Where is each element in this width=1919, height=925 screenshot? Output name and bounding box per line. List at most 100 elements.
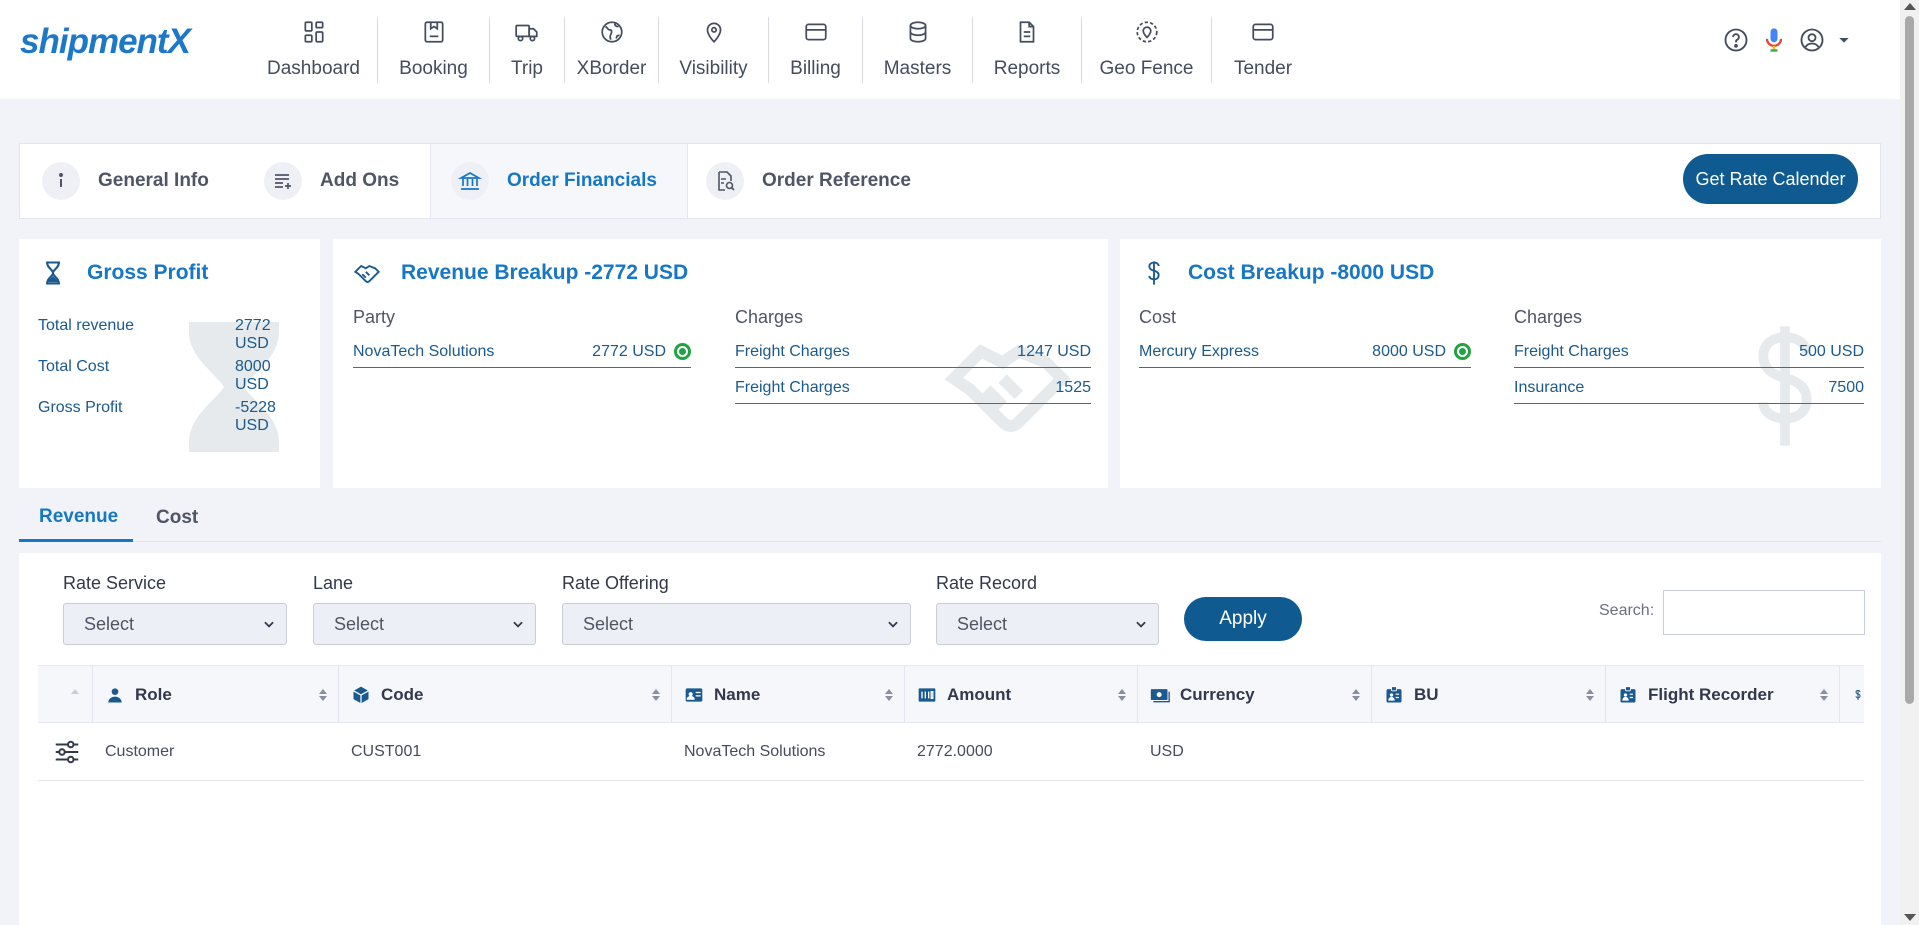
- nav-reports[interactable]: Reports: [973, 17, 1082, 83]
- chevron-down-icon: [264, 621, 274, 628]
- nav-dashboard[interactable]: Dashboard: [250, 17, 378, 83]
- select-value: Select: [84, 613, 135, 634]
- card-icon: [804, 23, 827, 41]
- sort-icon: [652, 689, 660, 701]
- row-value: 8000 USD: [235, 358, 271, 393]
- tab-cost[interactable]: Cost: [156, 494, 226, 542]
- id-card-icon: [685, 688, 703, 702]
- column-amount[interactable]: Amount: [905, 666, 1138, 724]
- cell-currency: USD: [1150, 743, 1184, 760]
- column-flight-recorder[interactable]: Flight Recorder: [1606, 666, 1840, 724]
- party-amount: 8000 USD: [1372, 342, 1446, 360]
- user-avatar-icon[interactable]: [1798, 26, 1826, 54]
- info-icon: [42, 162, 80, 200]
- tab-revenue[interactable]: Revenue: [19, 494, 133, 542]
- charges-header: Charges: [1514, 307, 1583, 327]
- get-rate-calendar-button[interactable]: Get Rate Calender: [1683, 154, 1858, 204]
- scrollbar-thumb[interactable]: [1905, 16, 1914, 704]
- sort-icon: [1352, 689, 1360, 701]
- column-code[interactable]: Code: [339, 666, 672, 724]
- cell-role: Customer: [105, 743, 175, 760]
- charge-amount: 1247 USD: [1017, 342, 1091, 360]
- scroll-down-arrow-icon[interactable]: [1904, 914, 1916, 921]
- nav-label: Billing: [790, 58, 841, 79]
- column-label: Currency: [1180, 685, 1255, 704]
- tab-label: Add Ons: [320, 170, 400, 191]
- charge-amount: 7500: [1828, 378, 1864, 396]
- hourglass-icon: [46, 261, 60, 285]
- help-icon[interactable]: [1722, 26, 1750, 54]
- select-value: Select: [334, 613, 385, 634]
- database-icon: [909, 21, 926, 43]
- row-select-column[interactable]: [38, 666, 93, 724]
- rate-service-select[interactable]: Select: [63, 603, 287, 645]
- rate-offering-select[interactable]: Select: [562, 603, 911, 645]
- tab-label: General Info: [98, 170, 209, 191]
- card-title-text: Gross Profit: [87, 261, 209, 284]
- select-value: Select: [583, 613, 634, 634]
- column-label: Amount: [947, 685, 1012, 704]
- nav-visibility[interactable]: Visibility: [659, 17, 769, 83]
- column-name[interactable]: Name: [672, 666, 905, 724]
- cost-party-row[interactable]: Mercury Express 8000 USD: [1139, 334, 1471, 368]
- row-settings-icon[interactable]: [38, 723, 93, 781]
- tab-order-financials[interactable]: Order Financials: [430, 144, 688, 218]
- nav-label: Reports: [993, 58, 1061, 79]
- cell-name: NovaTech Solutions: [684, 743, 826, 760]
- badge-icon: [1386, 686, 1402, 703]
- search-input[interactable]: [1663, 590, 1865, 635]
- revenue-charge-row: Freight Charges 1247 USD: [735, 334, 1091, 368]
- revenue-cost-tabs: Revenue Cost: [19, 494, 1881, 542]
- nav-booking[interactable]: Booking: [378, 17, 490, 83]
- cube-icon: [353, 686, 369, 704]
- lane-select[interactable]: Select: [313, 603, 536, 645]
- shipmentx-logo[interactable]: shipmentX: [20, 24, 230, 60]
- cell-amount: 2772.0000: [917, 743, 993, 760]
- nav-label: XBorder: [576, 58, 647, 79]
- microphone-icon[interactable]: [1760, 26, 1788, 54]
- revenue-party-row[interactable]: NovaTech Solutions 2772 USD: [353, 334, 691, 368]
- party-name: NovaTech Solutions: [353, 342, 495, 360]
- nav-billing[interactable]: Billing: [769, 17, 863, 83]
- list-add-icon: [264, 162, 302, 200]
- row-value: 2772 USD: [235, 317, 271, 352]
- column-role[interactable]: Role: [93, 666, 339, 724]
- nav-tender[interactable]: Tender: [1212, 17, 1314, 83]
- table-row[interactable]: Customer CUST001 NovaTech Solutions 2772…: [38, 723, 1864, 781]
- booking-icon: [423, 21, 444, 43]
- vertical-scrollbar[interactable]: [1900, 0, 1919, 925]
- rate-record-select[interactable]: Select: [936, 603, 1159, 645]
- tab-general-info[interactable]: General Info: [42, 144, 242, 218]
- apply-button[interactable]: Apply: [1184, 597, 1302, 641]
- nav-label: Visibility: [679, 58, 748, 79]
- tab-label: Order Financials: [507, 170, 657, 191]
- person-icon: [108, 688, 122, 703]
- main-nav: Dashboard Booking Trip XBorder Visibilit…: [250, 17, 1314, 83]
- column-currency[interactable]: Currency: [1138, 666, 1372, 724]
- column-bu[interactable]: BU: [1372, 666, 1606, 724]
- truck-icon: [515, 24, 538, 42]
- nav-label: Booking: [399, 58, 468, 79]
- logo-text: shipmentX: [20, 22, 191, 61]
- dashboard-icon: [303, 21, 324, 43]
- row-label: Total revenue: [38, 317, 135, 334]
- sort-icon: [1820, 689, 1828, 701]
- party-name: Mercury Express: [1139, 342, 1260, 360]
- nav-geo-fence[interactable]: Geo Fence: [1082, 17, 1212, 83]
- scroll-up-arrow-icon[interactable]: [1904, 3, 1916, 10]
- column-label: BU: [1414, 685, 1439, 704]
- tab-order-reference[interactable]: Order Reference: [706, 144, 946, 218]
- lane-label: Lane: [313, 573, 354, 593]
- nav-masters[interactable]: Masters: [863, 17, 973, 83]
- tab-add-ons[interactable]: Add Ons: [264, 144, 424, 218]
- nav-trip[interactable]: Trip: [490, 17, 565, 83]
- charge-name: Freight Charges: [735, 342, 850, 360]
- charge-name: Insurance: [1514, 378, 1585, 396]
- doc-search-icon: [706, 162, 744, 200]
- gross-profit-row: Gross Profit -5228 USD: [38, 399, 308, 434]
- column-label: Code: [381, 685, 424, 704]
- chevron-down-icon[interactable]: [1836, 32, 1852, 48]
- table-header: Role Code Name Amount Currency BU Flight…: [38, 665, 1864, 724]
- column-next-partial[interactable]: [1840, 666, 1864, 724]
- nav-xborder[interactable]: XBorder: [565, 17, 659, 83]
